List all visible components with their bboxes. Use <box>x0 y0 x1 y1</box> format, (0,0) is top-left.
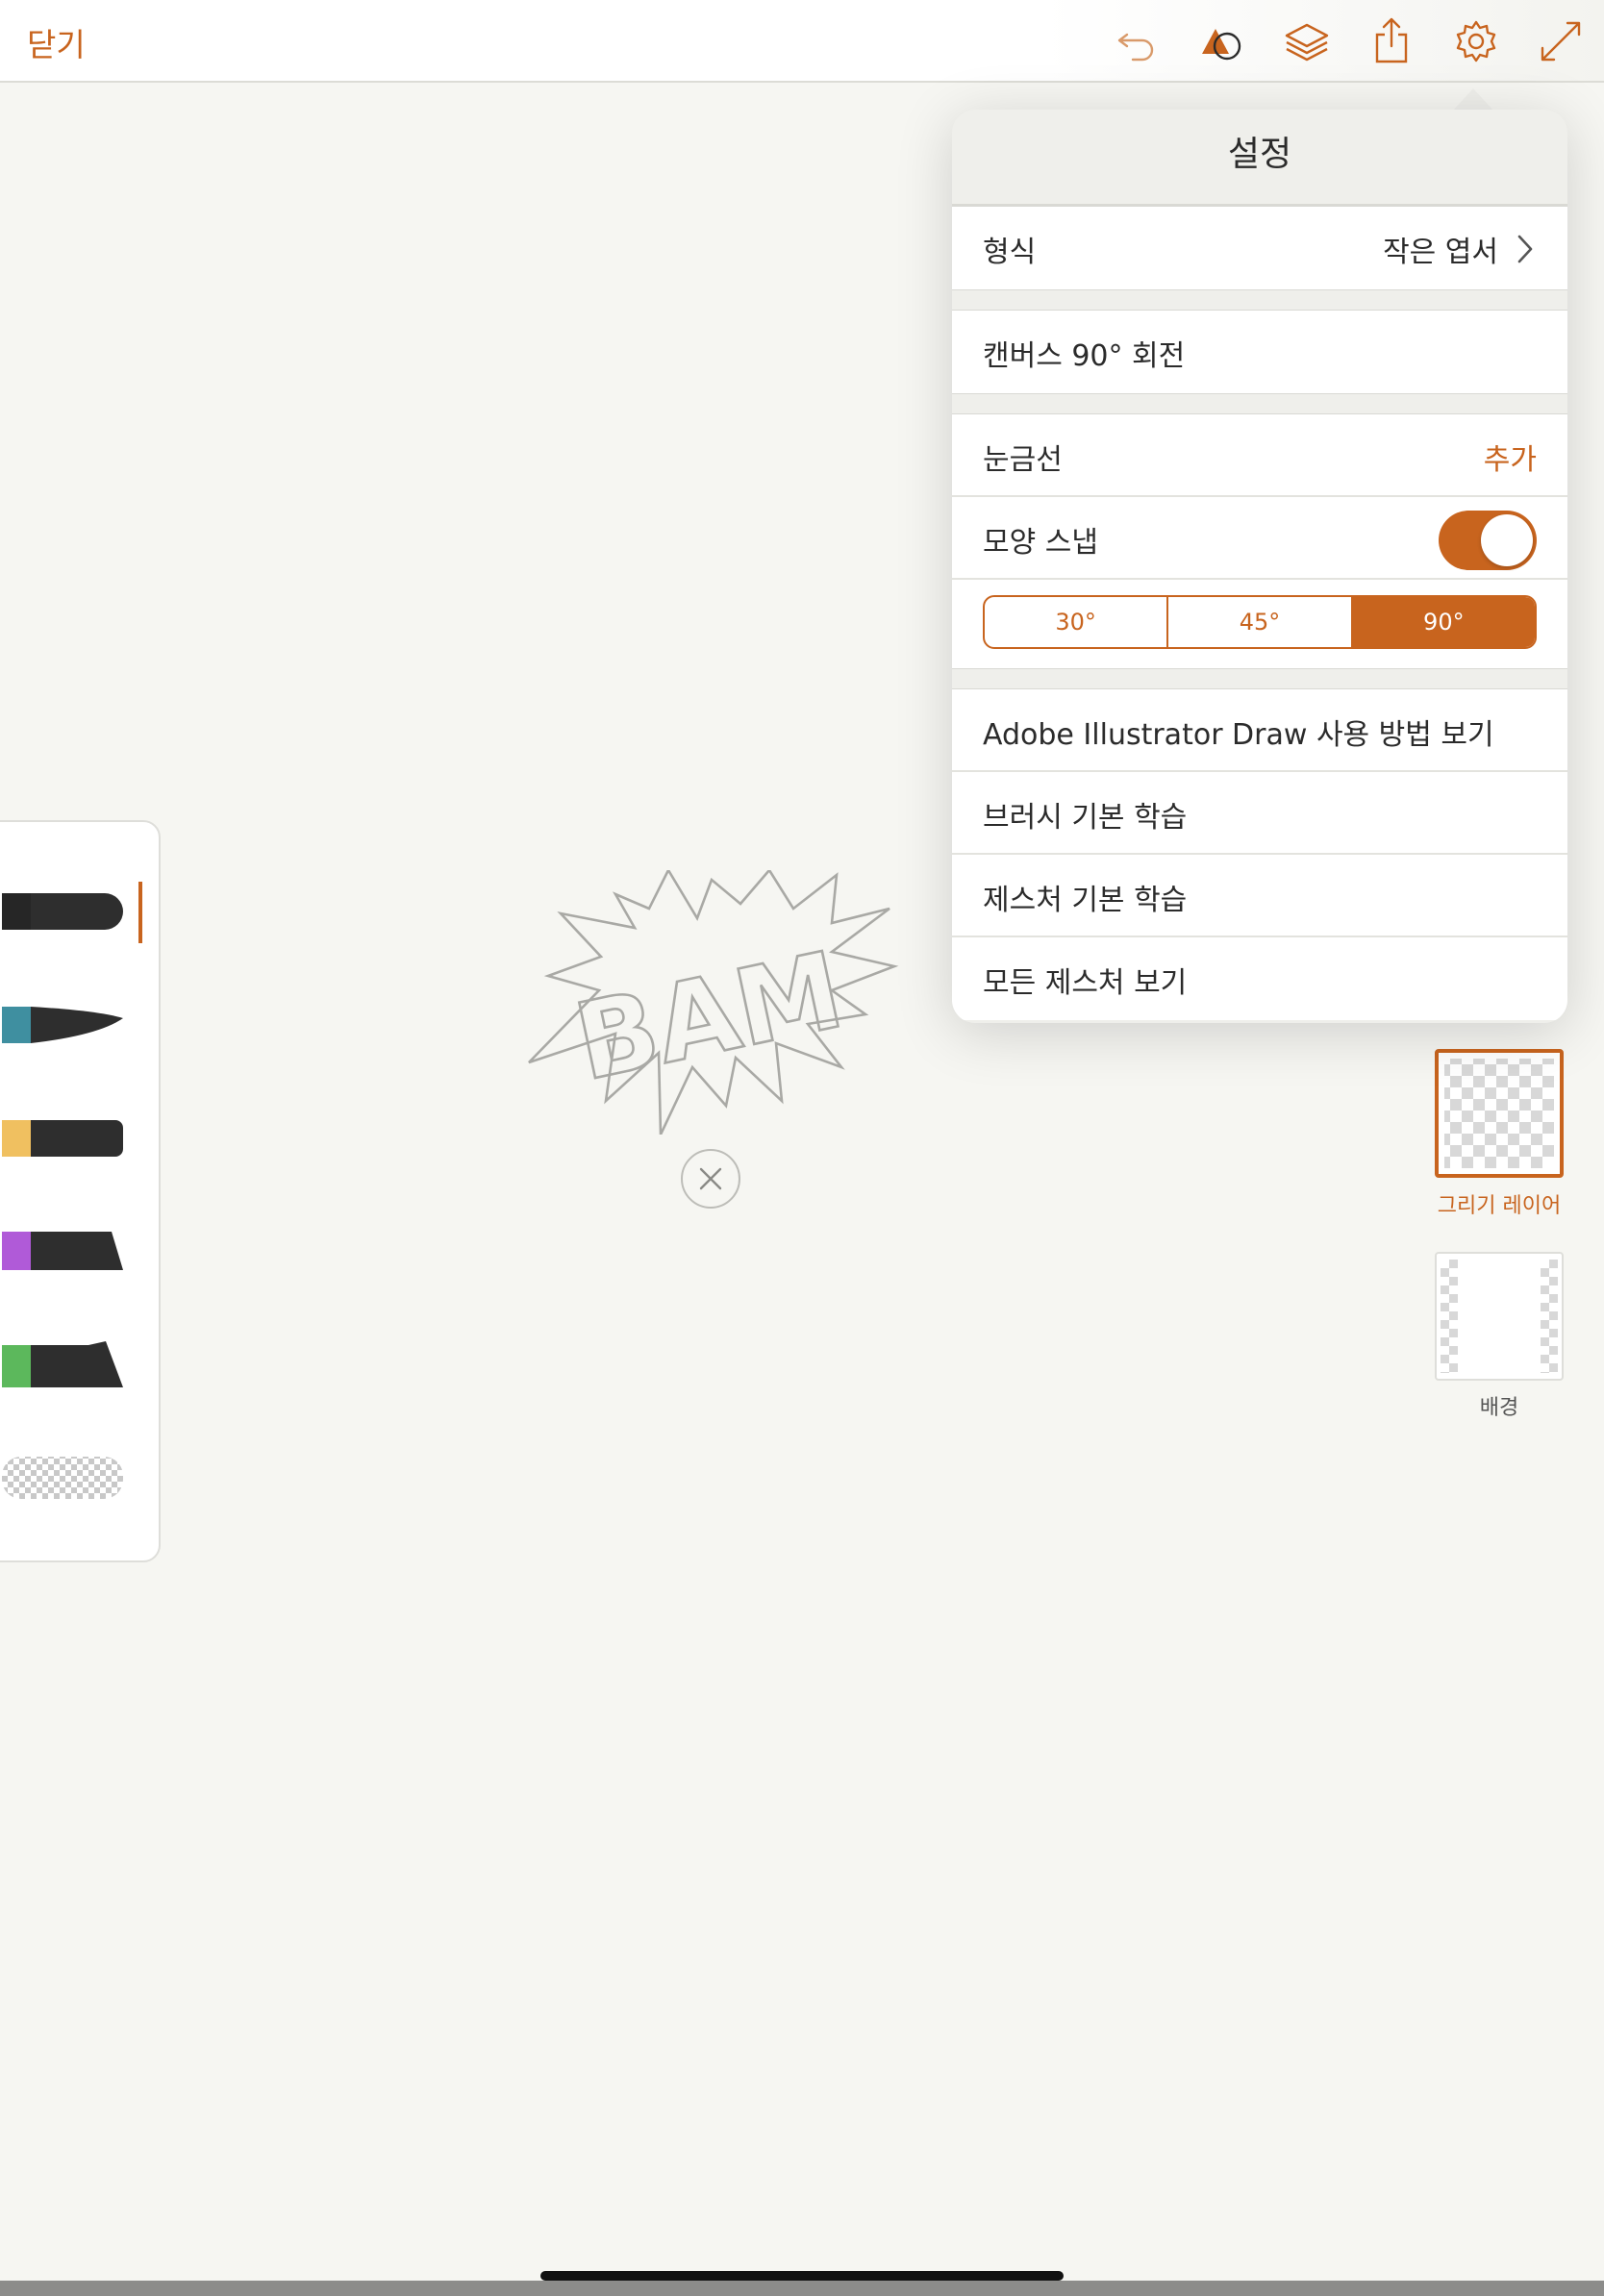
top-toolbar: 닫기 <box>0 0 1604 83</box>
gridlines-row: 눈금선 추가 <box>952 414 1567 497</box>
angle-option-90[interactable]: 90° <box>1352 597 1535 647</box>
close-icon <box>699 1167 722 1190</box>
brush-wide[interactable] <box>2 1341 127 1389</box>
layer-drawing-label: 그리기 레이어 <box>1437 1194 1562 1218</box>
settings-popover: 설정 형식 작은 엽서 캔버스 90° 회전 눈금선 추가 모양 스냅 30° <box>952 110 1567 1023</box>
brush-flat[interactable] <box>2 1114 127 1162</box>
layer-drawing-thumbnail[interactable] <box>1435 1049 1564 1178</box>
angle-option-30[interactable]: 30° <box>985 597 1169 647</box>
rotate-group: 캔버스 90° 회전 <box>952 310 1567 394</box>
format-label: 형식 <box>983 236 1037 269</box>
layer-background-thumbnail[interactable] <box>1435 1252 1564 1381</box>
rotate-canvas-row[interactable]: 캔버스 90° 회전 <box>952 311 1567 393</box>
gridlines-label: 눈금선 <box>983 443 1063 477</box>
shape-snap-row: 모양 스냅 <box>952 497 1567 580</box>
brush-chisel[interactable] <box>2 1228 127 1276</box>
format-value: 작은 엽서 <box>1383 236 1498 269</box>
snap-angle-segmented-control: 30° 45° 90° <box>983 595 1537 649</box>
shapes-icon[interactable] <box>1196 17 1248 65</box>
grid-group: 눈금선 추가 모양 스냅 30° 45° 90° <box>952 413 1567 669</box>
home-indicator[interactable] <box>540 2271 1064 2281</box>
help-group: Adobe Illustrator Draw 사용 방법 보기 브러시 기본 학… <box>952 688 1567 1020</box>
help-item-label: 브러시 기본 학습 <box>983 801 1188 835</box>
add-gridlines-button[interactable]: 추가 <box>1484 436 1537 478</box>
help-item-label: Adobe Illustrator Draw 사용 방법 보기 <box>983 718 1494 752</box>
settings-icon[interactable] <box>1450 17 1502 65</box>
layer-background-label: 배경 <box>1479 1396 1519 1420</box>
undo-icon[interactable] <box>1112 17 1164 65</box>
share-icon[interactable] <box>1366 17 1417 65</box>
format-group: 형식 작은 엽서 <box>952 206 1567 290</box>
popover-arrow <box>1452 88 1494 112</box>
dismiss-shape-button[interactable] <box>681 1149 740 1209</box>
selected-brush-indicator <box>138 882 142 943</box>
brush-round[interactable] <box>2 887 127 936</box>
brush-eraser[interactable] <box>2 1453 127 1501</box>
toggle-knob <box>1481 514 1533 566</box>
brush-taper[interactable] <box>2 1001 127 1049</box>
shape-snap-label: 모양 스냅 <box>983 526 1098 560</box>
chevron-right-icon <box>1517 235 1533 263</box>
help-item-gesture-basics[interactable]: 제스처 기본 학습 <box>952 855 1567 937</box>
close-button[interactable]: 닫기 <box>27 19 86 65</box>
transparent-strip-right <box>1541 1260 1558 1373</box>
brush-panel <box>0 820 161 1562</box>
bam-burst-shape[interactable]: BAM <box>524 867 899 1136</box>
transparent-strip-left <box>1441 1260 1458 1373</box>
snap-angle-row: 30° 45° 90° <box>952 580 1567 668</box>
popover-title: 설정 <box>952 110 1567 206</box>
help-item-label: 모든 제스처 보기 <box>983 966 1188 1000</box>
rotate-canvas-label: 캔버스 90° 회전 <box>983 339 1186 373</box>
help-item-label: 제스처 기본 학습 <box>983 884 1188 917</box>
shape-snap-toggle[interactable] <box>1439 511 1537 570</box>
help-item-brush-basics[interactable]: 브러시 기본 학습 <box>952 772 1567 855</box>
format-row[interactable]: 형식 작은 엽서 <box>952 207 1567 289</box>
help-item-all-gestures[interactable]: 모든 제스처 보기 <box>952 937 1567 1020</box>
bottom-bar <box>0 2281 1604 2296</box>
fullscreen-icon[interactable] <box>1535 17 1587 65</box>
bam-text: BAM <box>565 928 853 1104</box>
layers-icon[interactable] <box>1281 17 1333 65</box>
angle-option-45[interactable]: 45° <box>1168 597 1353 647</box>
help-item-how-to[interactable]: Adobe Illustrator Draw 사용 방법 보기 <box>952 689 1567 772</box>
